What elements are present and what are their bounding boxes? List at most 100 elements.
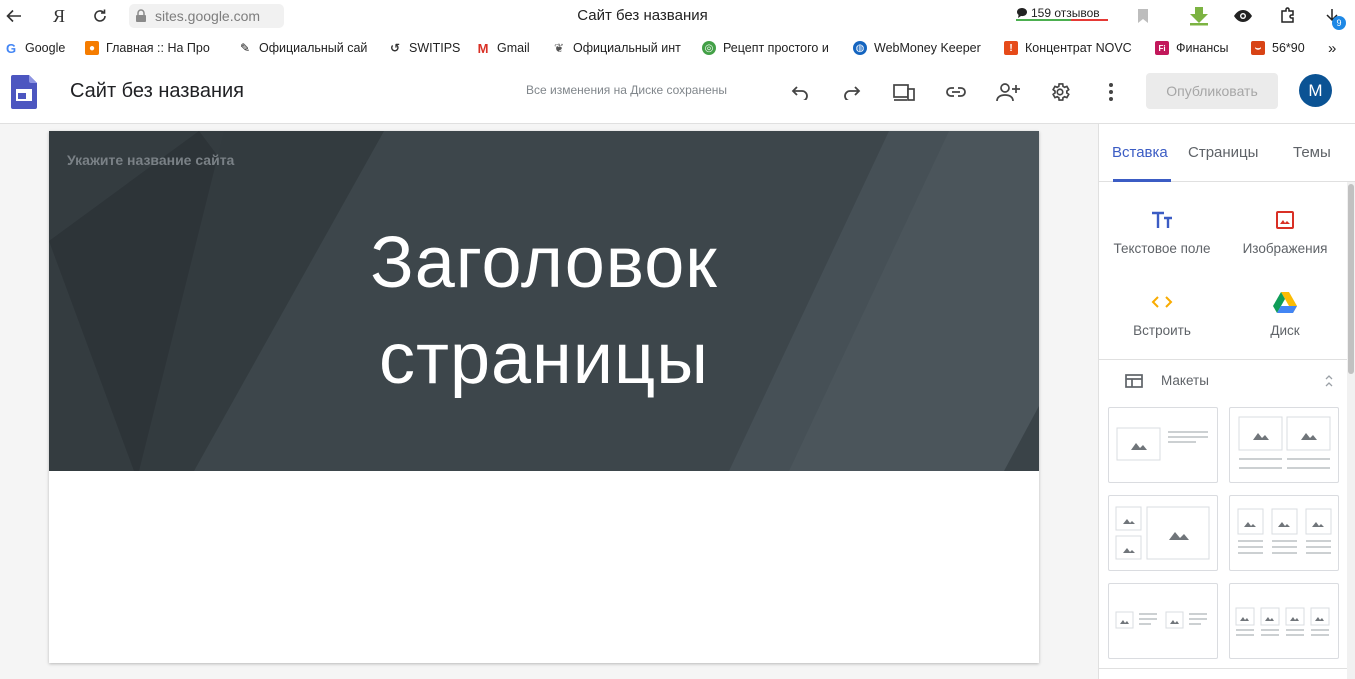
layout-image-text[interactable] <box>1108 407 1218 483</box>
document-title[interactable]: Сайт без названия <box>70 80 244 103</box>
finance-icon: Fi <box>1155 41 1169 55</box>
publish-button[interactable]: Опубликовать <box>1146 73 1278 109</box>
bookmark-label: Gmail <box>497 41 530 55</box>
collapse-icon[interactable] <box>1324 374 1334 388</box>
image-icon <box>1276 211 1294 229</box>
layout-preview <box>1115 506 1210 560</box>
embed-icon <box>1151 296 1173 308</box>
more-options-button[interactable] <box>1099 80 1123 104</box>
gmail-icon: M <box>477 40 489 56</box>
add-person-icon <box>996 83 1020 102</box>
more-vert-icon <box>1109 83 1113 101</box>
site-name-placeholder[interactable]: Укажите название сайта <box>67 152 234 168</box>
insert-embed[interactable]: Встроить <box>1102 290 1222 338</box>
tab-pages[interactable]: Страницы <box>1188 144 1258 161</box>
tab-themes[interactable]: Темы <box>1293 144 1331 161</box>
layout-two-images[interactable] <box>1229 407 1339 483</box>
copy-link-button[interactable] <box>944 80 968 104</box>
bookmark-gmail[interactable]: M Gmail <box>476 39 538 57</box>
bookmark-label: Финансы <box>1176 41 1229 55</box>
google-sites-icon <box>11 75 37 109</box>
insert-text-box[interactable]: Текстовое поле <box>1102 208 1222 256</box>
reviews-rating-bar <box>1016 19 1108 21</box>
bookmarks-bar: G Google ● Главная :: На Про ✎ Официальн… <box>0 35 1355 59</box>
redo-icon <box>844 86 861 100</box>
insert-item-label: Текстовое поле <box>1113 241 1211 256</box>
green-download-icon <box>1190 7 1208 26</box>
devices-icon <box>893 84 915 101</box>
bookmark-novc[interactable]: ! Концентрат NOVC <box>1004 39 1138 57</box>
reading-mode-button[interactable] <box>1231 4 1255 28</box>
bookmark-official-site[interactable]: ✎ Официальный сай <box>238 39 370 57</box>
globe-icon: ◍ <box>853 41 867 55</box>
share-button[interactable] <box>996 80 1020 104</box>
active-tab-indicator <box>1113 179 1171 182</box>
fire-icon: ● <box>85 41 99 55</box>
layout-two-image-text-pairs[interactable] <box>1108 583 1218 659</box>
insert-item-label: Диск <box>1270 323 1300 338</box>
bookmark-label: 56*90 <box>1272 41 1305 55</box>
insert-images[interactable]: Изображения <box>1225 208 1345 256</box>
bookmark-google[interactable]: G Google <box>4 39 76 57</box>
layout-preview <box>1238 416 1331 469</box>
bookmark-webmoney[interactable]: ◍ WebMoney Keeper <box>853 39 989 57</box>
shield-icon: ⌣ <box>1251 41 1265 55</box>
recipe-icon: ◎ <box>702 41 716 55</box>
puzzle-icon <box>1281 7 1294 23</box>
gear-icon <box>1052 83 1070 101</box>
bookmark-official-internet[interactable]: ❦ Официальный инт <box>552 39 686 57</box>
bookmark-label: Официальный инт <box>573 41 681 55</box>
bookmark-na-pro[interactable]: ● Главная :: На Про <box>85 39 220 57</box>
layout-collage[interactable] <box>1108 495 1218 571</box>
insert-item-label: Изображения <box>1242 241 1328 256</box>
layouts-section-header[interactable]: Макеты <box>1125 372 1340 390</box>
extensions-button[interactable] <box>1276 4 1300 28</box>
bookmarks-overflow-button[interactable]: » <box>1328 39 1348 57</box>
novc-icon: ! <box>1004 41 1018 55</box>
bookmark-finance[interactable]: Fi Финансы <box>1155 39 1237 57</box>
bookmark-56x90[interactable]: ⌣ 56*90 <box>1251 39 1315 57</box>
layout-preview <box>1116 427 1208 461</box>
site-page[interactable]: Укажите название сайта Заголовок страниц… <box>49 131 1039 663</box>
panel-scrollbar-thumb[interactable] <box>1348 184 1354 374</box>
download-extension-button[interactable] <box>1187 4 1211 28</box>
text-box-icon <box>1152 211 1172 228</box>
page-header-banner[interactable]: Укажите название сайта Заголовок страниц… <box>49 131 1039 471</box>
bookmark-label: Главная :: На Про <box>106 41 210 55</box>
bookmark-label: WebMoney Keeper <box>874 41 981 55</box>
layouts-label: Макеты <box>1161 373 1209 388</box>
layout-preview <box>1235 607 1330 636</box>
bookmark-recipe[interactable]: ◎ Рецепт простого и <box>702 39 834 57</box>
bookmark-switips[interactable]: ↺ SWITIPS <box>388 39 464 57</box>
bookmark-button[interactable] <box>1131 4 1155 28</box>
settings-button[interactable] <box>1048 80 1072 104</box>
reviews-count: 159 отзывов <box>1031 6 1100 20</box>
speech-bubble-icon <box>1017 8 1027 18</box>
google-sites-logo[interactable] <box>11 75 37 109</box>
insert-drive[interactable]: Диск <box>1225 290 1345 338</box>
save-status: Все изменения на Диске сохранены <box>526 83 728 97</box>
page-title[interactable]: Заголовок страницы <box>49 215 1039 407</box>
panel-tabs: Вставка Страницы Темы <box>1099 124 1355 182</box>
bookmark-label: Официальный сай <box>259 41 368 55</box>
bookmark-label: Концентрат NOVC <box>1025 41 1132 55</box>
undo-button[interactable] <box>788 80 812 104</box>
insert-panel: Вставка Страницы Темы Текстовое поле Изо… <box>1098 124 1355 679</box>
bookmark-label: Рецепт простого и <box>723 41 829 55</box>
leaf-icon: ❦ <box>553 41 565 55</box>
page-title-line: страницы <box>378 319 710 399</box>
tab-insert[interactable]: Вставка <box>1112 144 1168 161</box>
preview-button[interactable] <box>892 80 916 104</box>
bookmark-icon <box>1138 9 1148 23</box>
layout-three-images[interactable] <box>1229 495 1339 571</box>
layout-preview <box>1237 508 1332 554</box>
layout-four-images[interactable] <box>1229 583 1339 659</box>
switips-icon: ↺ <box>389 41 401 55</box>
google-drive-icon <box>1273 291 1297 313</box>
browser-toolbar: Я sites.google.com Сайт без названия 159… <box>0 0 1355 33</box>
redo-button[interactable] <box>840 80 864 104</box>
brand-icon: ✎ <box>239 41 251 55</box>
downloads-badge: 9 <box>1332 16 1346 30</box>
page-title-line: Заголовок <box>370 223 718 303</box>
avatar[interactable]: M <box>1299 74 1332 107</box>
